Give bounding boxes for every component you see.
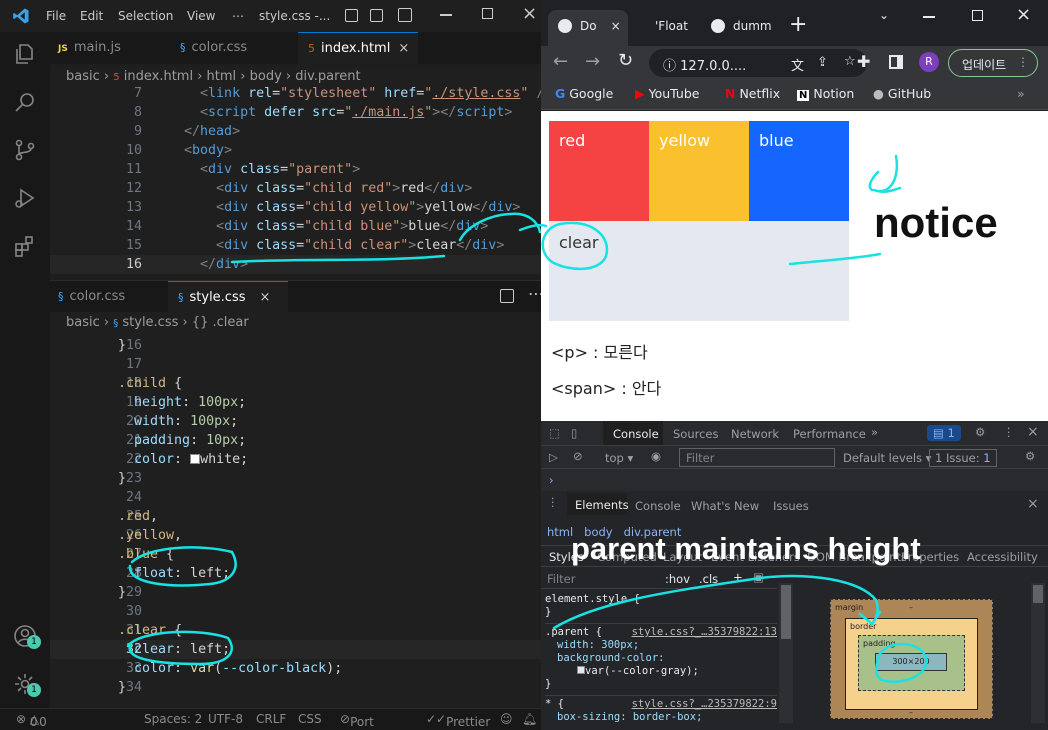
annotation-strokes bbox=[126, 154, 928, 683]
circle-300x200-annotation bbox=[875, 642, 928, 683]
circle-float-annotation bbox=[128, 546, 237, 587]
parent-height-arrow-annotation bbox=[552, 574, 882, 630]
circle-clear-left-annotation bbox=[126, 630, 234, 666]
underline-clear-annotation bbox=[230, 212, 542, 264]
circle-clear-annotation bbox=[518, 221, 609, 271]
notice-arrow-annotation bbox=[788, 154, 902, 266]
